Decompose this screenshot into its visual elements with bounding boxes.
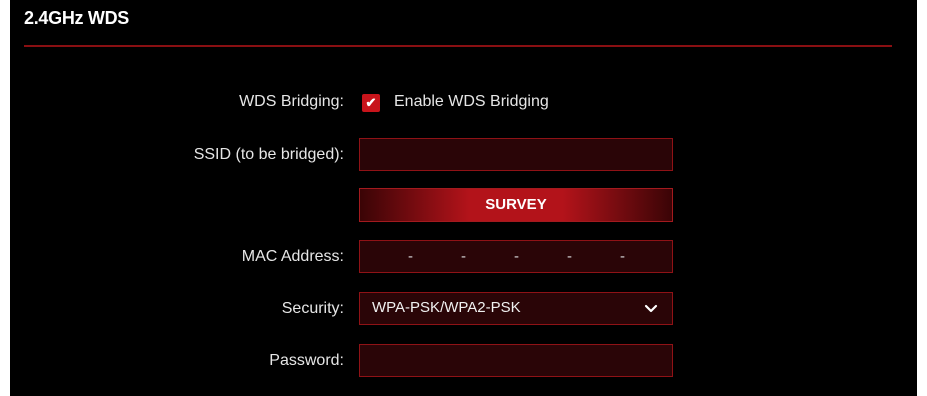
mac-separator: - [620, 248, 625, 265]
mac-separators: - - - - - [360, 241, 672, 272]
password-label: Password: [269, 352, 344, 369]
enable-wds-label[interactable]: Enable WDS Bridging [394, 93, 549, 111]
wds-bridging-label: WDS Bridging: [239, 93, 344, 110]
security-label: Security: [281, 300, 344, 317]
survey-button[interactable]: SURVEY [359, 188, 673, 222]
password-input[interactable] [359, 344, 673, 377]
mac-separator: - [408, 248, 413, 265]
chevron-down-icon [644, 304, 658, 313]
section-title: 2.4GHz WDS [24, 8, 130, 28]
mac-separator: - [567, 248, 572, 265]
mac-address-input[interactable]: - - - - - [359, 240, 673, 273]
enable-wds-checkbox[interactable]: ✔ [362, 94, 380, 112]
security-select[interactable]: WPA-PSK/WPA2-PSK [359, 292, 673, 325]
mac-address-label: MAC Address: [241, 248, 344, 265]
mac-separator: - [514, 248, 519, 265]
ssid-label: SSID (to be bridged): [193, 146, 344, 163]
security-selected-value: WPA-PSK/WPA2-PSK [372, 299, 521, 316]
mac-separator: - [461, 248, 466, 265]
checkmark-icon: ✔ [365, 95, 377, 110]
wds-settings-panel: 2.4GHz WDS WDS Bridging: ✔ Enable WDS Br… [10, 0, 917, 396]
ssid-input[interactable] [359, 138, 673, 171]
title-divider [24, 45, 892, 47]
